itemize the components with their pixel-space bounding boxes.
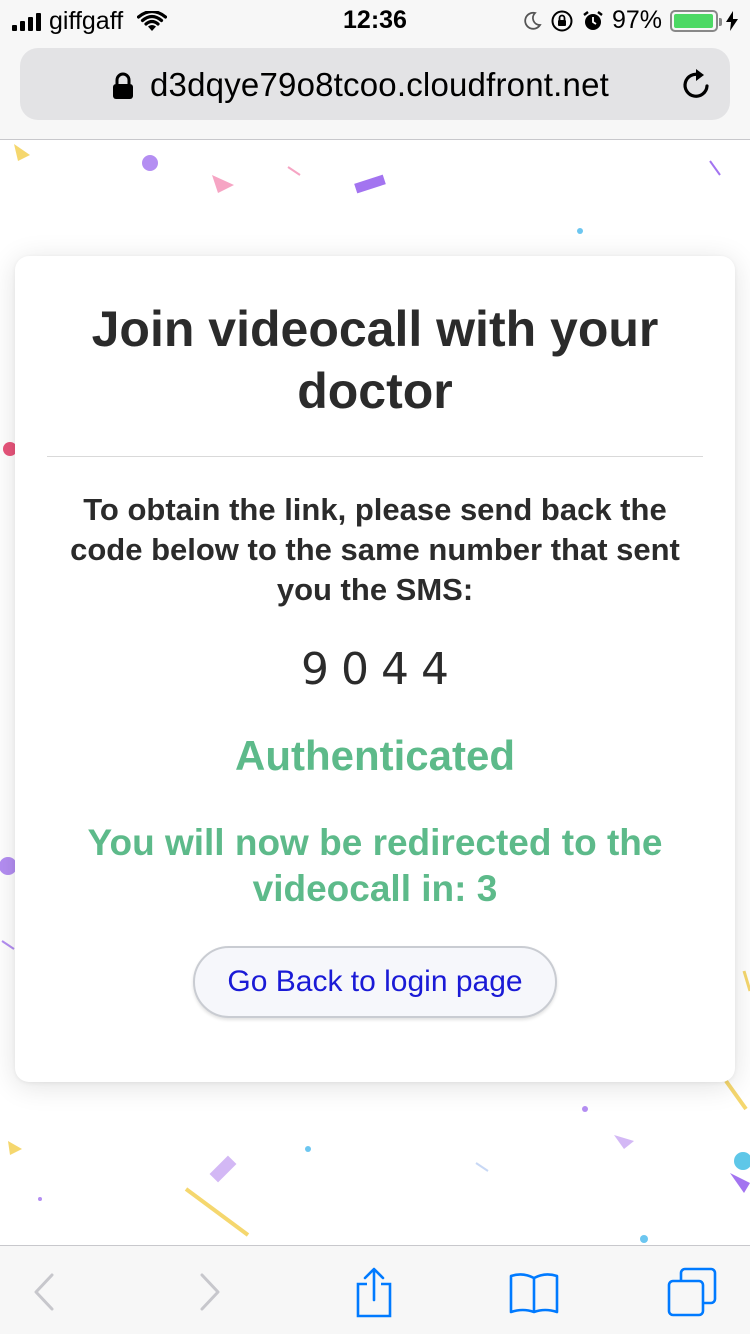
url-text[interactable]: d3dqye79o8tcoo.cloudfront.net (150, 66, 609, 104)
lock-icon (113, 72, 133, 99)
tabs-icon[interactable] (662, 1266, 722, 1318)
page-title: Join videocall with your doctor (91, 301, 659, 419)
authenticated-status: Authenticated (234, 732, 515, 779)
back-to-login-button[interactable]: Go Back to login page (193, 946, 557, 1018)
web-page: Join videocall with your doctor To obtai… (0, 141, 750, 1245)
redirect-countdown-message: You will now be redirected to the videoc… (87, 822, 663, 909)
bookmarks-icon[interactable] (504, 1266, 564, 1318)
browser-header: d3dqye79o8tcoo.cloudfront.net (0, 40, 750, 140)
share-icon[interactable] (344, 1266, 404, 1318)
status-bar: giffgaff 12:36 97% (0, 0, 750, 40)
charging-bolt-icon (726, 10, 738, 31)
orientation-lock-icon (551, 10, 573, 31)
address-bar[interactable]: d3dqye79o8tcoo.cloudfront.net (20, 48, 730, 120)
instructions-text: To obtain the link, please send back the… (70, 492, 680, 607)
browser-toolbar (0, 1245, 750, 1334)
battery-percent: 97% (611, 6, 662, 34)
verification-code: 9044 (301, 644, 461, 695)
forward-icon[interactable] (180, 1266, 240, 1318)
videocall-auth-card: Join videocall with your doctor To obtai… (15, 256, 735, 1082)
battery-icon (670, 9, 722, 32)
back-icon[interactable] (14, 1266, 74, 1318)
reload-icon[interactable] (680, 66, 714, 102)
divider (47, 456, 703, 457)
alarm-icon (583, 10, 603, 30)
moon-icon (524, 11, 542, 30)
